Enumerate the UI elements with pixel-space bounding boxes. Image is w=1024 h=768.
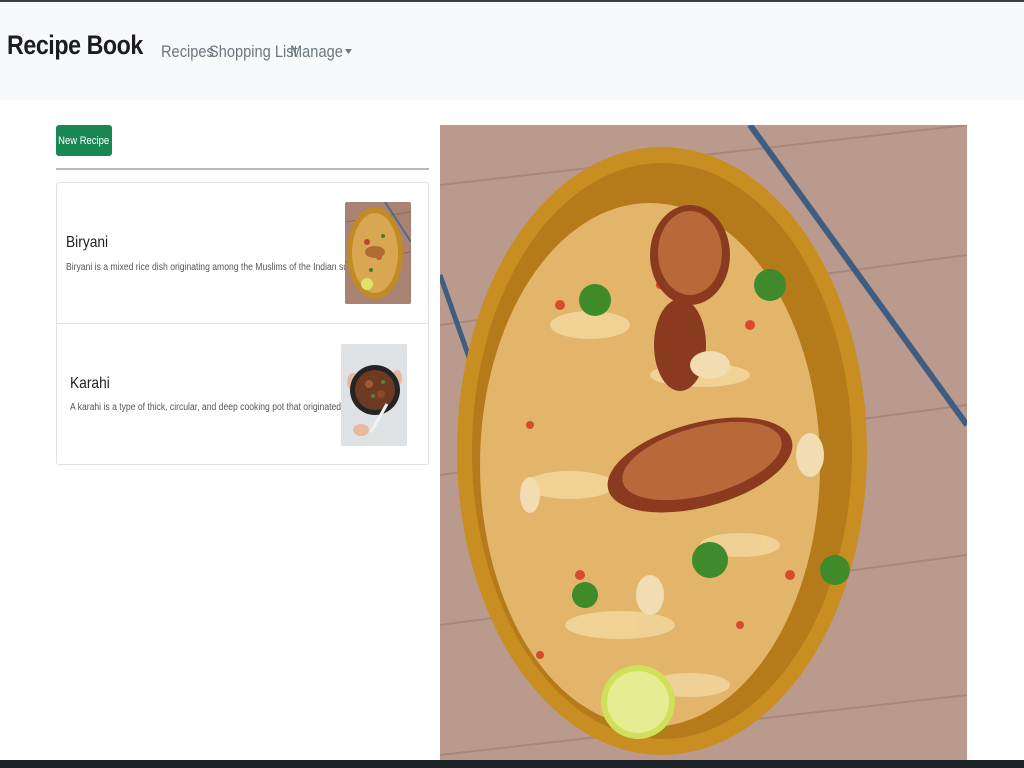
brand-logo[interactable]: Recipe Book — [7, 30, 143, 61]
recipe-list-item-biryani[interactable]: Biryani Biryani is a mixed rice dish ori… — [57, 183, 428, 324]
recipe-description: Biryani is a mixed rice dish originating… — [66, 262, 356, 273]
biryani-thumbnail — [345, 202, 411, 304]
nav-shopping-list-link[interactable]: Shopping List — [209, 42, 298, 62]
recipe-title: Karahi — [70, 375, 110, 392]
recipe-description: A karahi is a type of thick, circular, a… — [70, 402, 349, 413]
nav-manage-label: Manage — [290, 42, 343, 61]
nav-manage-dropdown[interactable]: Manage — [290, 42, 353, 62]
recipe-title: Biryani — [66, 234, 109, 251]
list-divider — [56, 168, 429, 170]
new-recipe-button[interactable]: New Recipe — [56, 125, 112, 156]
recipe-list: Biryani Biryani is a mixed rice dish ori… — [56, 182, 429, 465]
navbar: Recipe Book Recipes Shopping List Manage — [0, 2, 1024, 100]
caret-down-icon — [345, 49, 353, 54]
karahi-thumbnail — [341, 344, 407, 446]
recipe-detail-image — [440, 125, 967, 761]
recipe-list-item-karahi[interactable]: Karahi A karahi is a type of thick, circ… — [57, 324, 428, 465]
new-recipe-label: New Recipe — [58, 134, 110, 147]
taskbar — [0, 760, 1024, 768]
nav-recipes-link[interactable]: Recipes — [161, 42, 214, 62]
